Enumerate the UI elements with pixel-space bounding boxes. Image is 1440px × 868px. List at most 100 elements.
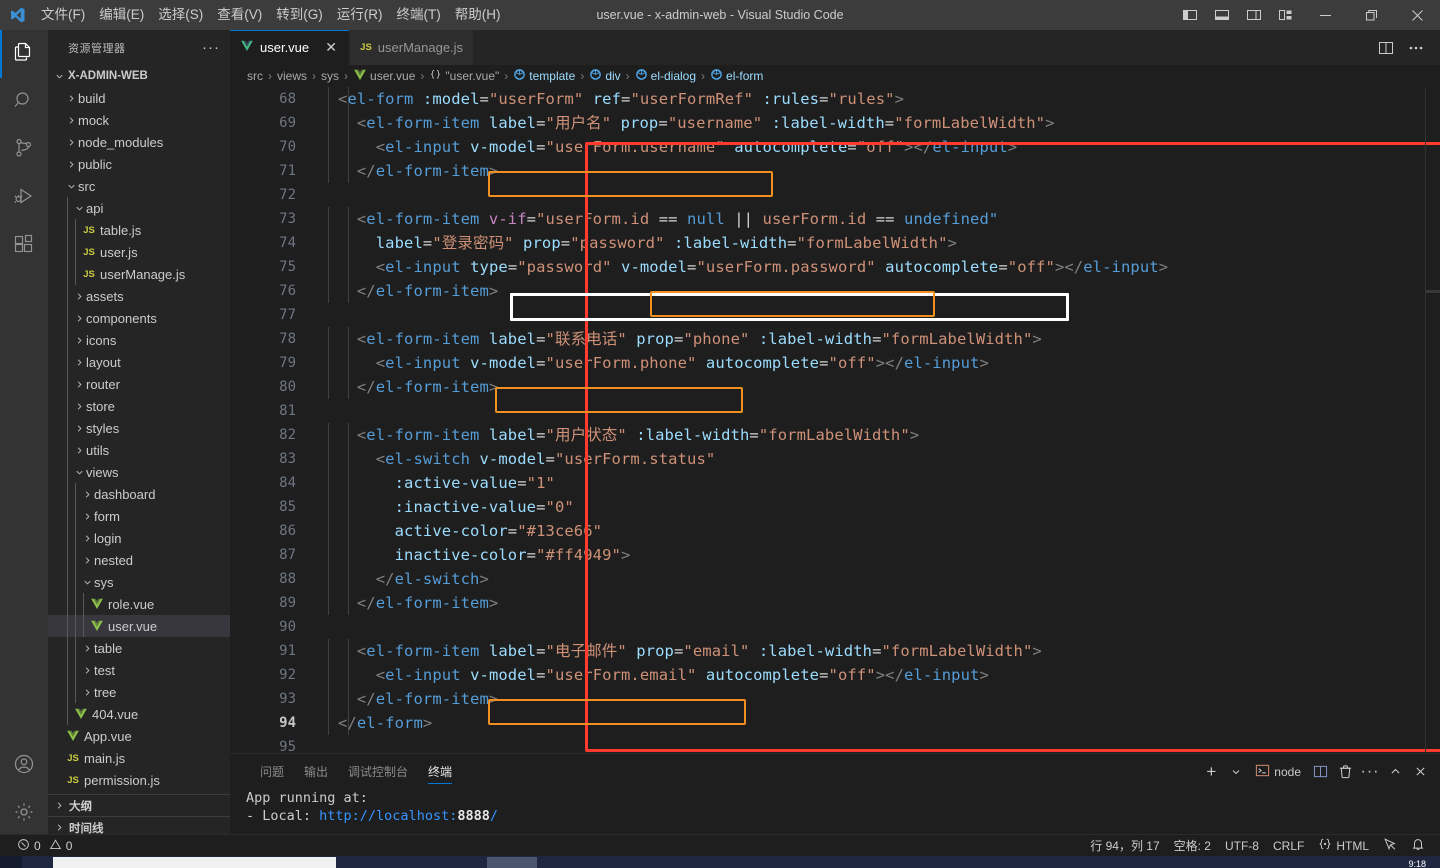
tree-folder-utils[interactable]: utils bbox=[48, 439, 230, 461]
code-line[interactable]: 80 </el-form-item> bbox=[230, 375, 1440, 399]
status-indentation[interactable]: 空格: 2 bbox=[1167, 835, 1218, 857]
sidebar-section-outline[interactable]: 大纲 bbox=[48, 794, 230, 816]
toggle-panel-icon[interactable] bbox=[1206, 0, 1238, 30]
tree-folder-views[interactable]: views bbox=[48, 461, 230, 483]
code-line[interactable]: 73 <el-form-item v-if="userForm.id == nu… bbox=[230, 207, 1440, 231]
tree-folder-router[interactable]: router bbox=[48, 373, 230, 395]
maximize-panel-icon[interactable] bbox=[1383, 758, 1407, 786]
tree-folder-store[interactable]: store bbox=[48, 395, 230, 417]
window-close-button[interactable] bbox=[1394, 0, 1440, 30]
status-encoding[interactable]: UTF-8 bbox=[1218, 835, 1266, 857]
new-terminal-icon[interactable]: + bbox=[1199, 758, 1223, 786]
tree-folder-components[interactable]: components bbox=[48, 307, 230, 329]
tree-folder-assets[interactable]: assets bbox=[48, 285, 230, 307]
code-line[interactable]: 94 </el-form> bbox=[230, 711, 1440, 735]
breadcrumb-item-src[interactable]: src bbox=[247, 69, 263, 83]
workspace-root-row[interactable]: X-ADMIN-WEB bbox=[48, 65, 230, 87]
tree-folder-layout[interactable]: layout bbox=[48, 351, 230, 373]
terminal-local-url[interactable]: http://localhost: bbox=[319, 808, 457, 824]
tree-folder-styles[interactable]: styles bbox=[48, 417, 230, 439]
panel-tab-problems[interactable]: 问题 bbox=[250, 754, 294, 789]
code-line[interactable]: 83 <el-switch v-model="userForm.status" bbox=[230, 447, 1440, 471]
breadcrumb[interactable]: src › views › sys › user.vue › "user.vue" › templa… bbox=[230, 65, 1440, 87]
tree-folder-table[interactable]: table bbox=[48, 637, 230, 659]
tree-file-user.vue[interactable]: user.vue bbox=[48, 615, 230, 637]
tree-folder-src[interactable]: src bbox=[48, 175, 230, 197]
status-eol[interactable]: CRLF bbox=[1266, 835, 1311, 857]
taskbar-window-item[interactable] bbox=[487, 857, 537, 868]
code-line[interactable]: 74 label="登录密码" prop="password" :label-w… bbox=[230, 231, 1440, 255]
activity-settings[interactable] bbox=[0, 790, 48, 838]
tab-user-vue[interactable]: user.vue ✕ bbox=[230, 30, 351, 65]
tree-folder-dashboard[interactable]: dashboard bbox=[48, 483, 230, 505]
terminal-local-port[interactable]: 8888 bbox=[457, 808, 490, 824]
toggle-secondary-sidebar-icon[interactable] bbox=[1238, 0, 1270, 30]
tree-file-user.js[interactable]: JS user.js bbox=[48, 241, 230, 263]
terminal-dropdown-icon[interactable] bbox=[1224, 758, 1248, 786]
activity-run-debug[interactable] bbox=[0, 174, 48, 222]
editor-scrollbar[interactable] bbox=[1426, 87, 1440, 783]
menu-bar[interactable]: 文件(F) 编辑(E) 选择(S) 查看(V) 转到(G) 运行(R) 终端(T… bbox=[34, 0, 508, 30]
tree-folder-login[interactable]: login bbox=[48, 527, 230, 549]
code-line[interactable]: 86 active-color="#13ce66" bbox=[230, 519, 1440, 543]
code-line[interactable]: 75 <el-input type="password" v-model="us… bbox=[230, 255, 1440, 279]
window-minimize-button[interactable] bbox=[1302, 0, 1348, 30]
menu-file[interactable]: 文件(F) bbox=[34, 0, 92, 30]
activity-source-control[interactable] bbox=[0, 126, 48, 174]
taskbar-active-window[interactable] bbox=[53, 857, 336, 868]
breadcrumb-item-template[interactable]: template bbox=[513, 68, 575, 84]
breadcrumb-item-views[interactable]: views bbox=[277, 69, 307, 83]
menu-view[interactable]: 查看(V) bbox=[210, 0, 269, 30]
code-line[interactable]: 85 :inactive-value="0" bbox=[230, 495, 1440, 519]
split-editor-right-icon[interactable] bbox=[1372, 30, 1400, 65]
code-line[interactable]: 72 bbox=[230, 183, 1440, 207]
code-line[interactable]: 93 </el-form-item> bbox=[230, 687, 1440, 711]
tree-file-role.vue[interactable]: role.vue bbox=[48, 593, 230, 615]
tree-file-userManage.js[interactable]: JS userManage.js bbox=[48, 263, 230, 285]
close-panel-icon[interactable] bbox=[1408, 758, 1432, 786]
activity-accounts[interactable] bbox=[0, 742, 48, 790]
code-line[interactable]: 90 bbox=[230, 615, 1440, 639]
breadcrumb-item-div[interactable]: div bbox=[589, 68, 621, 84]
tree-folder-icons[interactable]: icons bbox=[48, 329, 230, 351]
code-line[interactable]: 68 <el-form :model="userForm" ref="userFo… bbox=[230, 87, 1440, 111]
file-tree[interactable]: build mock node_modules public src api JS table… bbox=[48, 87, 230, 791]
code-line[interactable]: 79 <el-input v-model="userForm.phone" au… bbox=[230, 351, 1440, 375]
code-line[interactable]: 77 bbox=[230, 303, 1440, 327]
tree-file-permission.js[interactable]: JS permission.js bbox=[48, 769, 230, 791]
code-line[interactable]: 82 <el-form-item label="用户状态" :label-wid… bbox=[230, 423, 1440, 447]
menu-help[interactable]: 帮助(H) bbox=[448, 0, 508, 30]
code-line[interactable]: 92 <el-input v-model="userForm.email" au… bbox=[230, 663, 1440, 687]
menu-go[interactable]: 转到(G) bbox=[269, 0, 330, 30]
tree-folder-node_modules[interactable]: node_modules bbox=[48, 131, 230, 153]
tab-usermanage-js[interactable]: JS userManage.js bbox=[350, 30, 475, 65]
window-restore-button[interactable] bbox=[1348, 0, 1394, 30]
code-line[interactable]: 76 </el-form-item> bbox=[230, 279, 1440, 303]
terminal-url-suffix[interactable]: / bbox=[490, 808, 498, 824]
kill-terminal-icon[interactable] bbox=[1333, 758, 1357, 786]
code-line[interactable]: 87 inactive-color="#ff4949"> bbox=[230, 543, 1440, 567]
status-notifications[interactable] bbox=[1404, 835, 1432, 857]
breadcrumb-item-user.vue[interactable]: "user.vue" bbox=[429, 68, 499, 84]
tree-file-App.vue[interactable]: App.vue bbox=[48, 725, 230, 747]
breadcrumb-item-el-dialog[interactable]: el-dialog bbox=[635, 68, 696, 84]
menu-terminal[interactable]: 终端(T) bbox=[390, 0, 448, 30]
status-problems[interactable]: 0 0 bbox=[10, 835, 79, 857]
tree-folder-sys[interactable]: sys bbox=[48, 571, 230, 593]
breadcrumb-item-user.vue[interactable]: user.vue bbox=[353, 68, 415, 85]
tree-file-table.js[interactable]: JS table.js bbox=[48, 219, 230, 241]
sidebar-more-icon[interactable]: ··· bbox=[196, 39, 226, 56]
split-terminal-icon[interactable] bbox=[1308, 758, 1332, 786]
activity-extensions[interactable] bbox=[0, 222, 48, 270]
terminal-shell-entry[interactable]: node bbox=[1249, 758, 1307, 786]
code-editor[interactable]: 68 <el-form :model="userForm" ref="userFo… bbox=[230, 87, 1440, 783]
code-line[interactable]: 69 <el-form-item label="用户名" prop="usern… bbox=[230, 111, 1440, 135]
menu-edit[interactable]: 编辑(E) bbox=[92, 0, 151, 30]
activity-explorer[interactable] bbox=[0, 30, 48, 78]
activity-search[interactable] bbox=[0, 78, 48, 126]
tree-folder-tree[interactable]: tree bbox=[48, 681, 230, 703]
tree-folder-api[interactable]: api bbox=[48, 197, 230, 219]
menu-selection[interactable]: 选择(S) bbox=[151, 0, 210, 30]
editor-more-actions-icon[interactable] bbox=[1402, 30, 1430, 65]
customize-layout-icon[interactable] bbox=[1270, 0, 1302, 30]
